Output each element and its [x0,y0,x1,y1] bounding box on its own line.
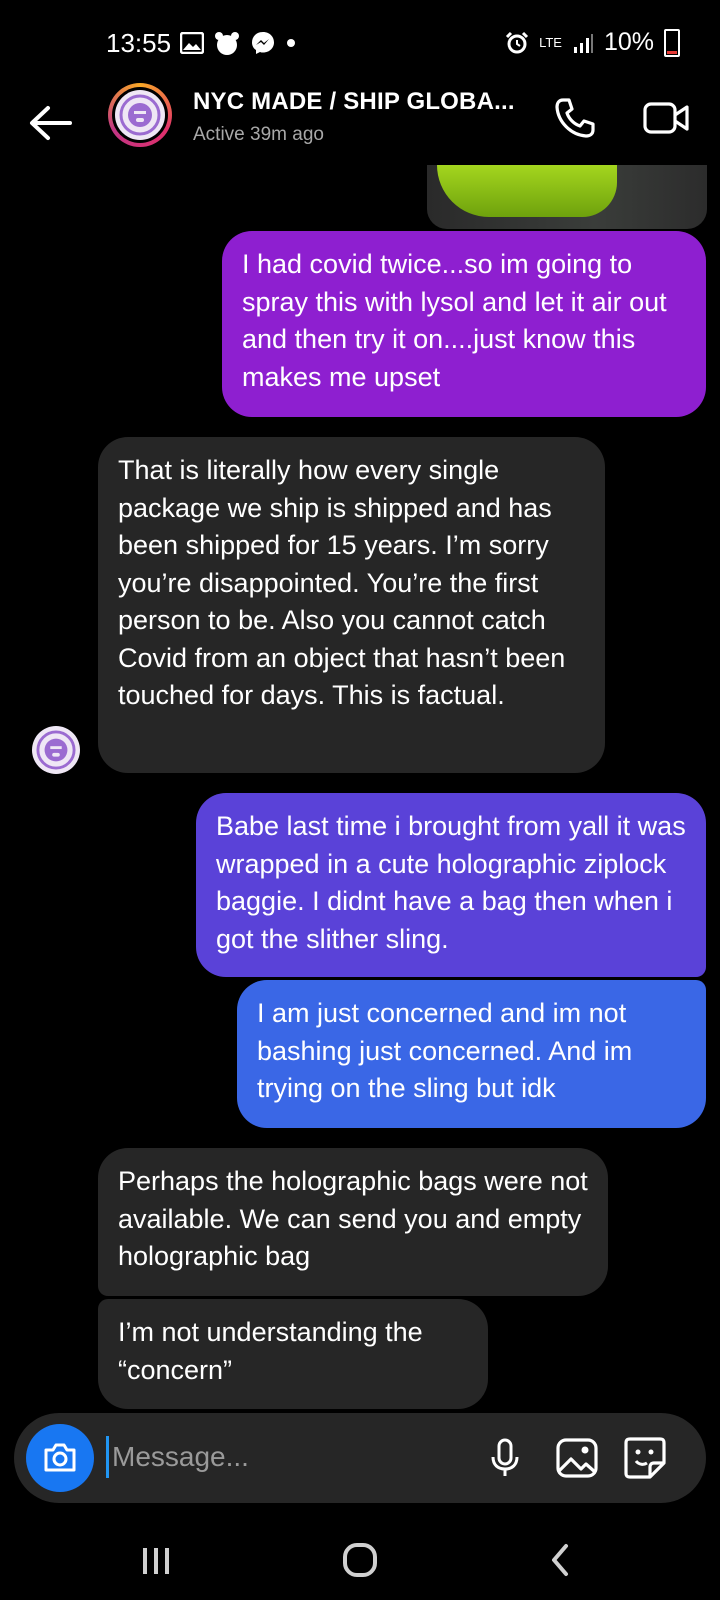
photo-message[interactable] [427,165,707,229]
sender-avatar[interactable] [32,726,80,774]
system-navigation-bar [0,1520,720,1600]
gorilla-logo-icon [119,94,161,136]
gallery-icon [180,32,204,54]
text-cursor [106,1436,109,1478]
message-bubble-incoming[interactable]: I’m not understanding the “concern” [98,1299,488,1409]
camera-icon [44,1443,76,1472]
status-time: 13:55 [106,28,172,58]
message-bubble-outgoing[interactable]: Babe last time i brought from yall it wa… [196,793,706,977]
message-composer [14,1413,706,1503]
microphone-icon[interactable] [482,1435,528,1481]
status-bar: 13:55 LTE 10% [0,0,720,90]
message-bubble-incoming[interactable]: Perhaps the holographic bags were not av… [98,1148,608,1296]
battery-icon [664,28,680,57]
video-call-icon[interactable] [642,96,690,140]
contact-name[interactable]: NYC MADE / SHIP GLOBA... [193,88,515,116]
gallery-icon[interactable] [554,1435,600,1481]
message-bubble-incoming[interactable]: That is literally how every single packa… [98,437,605,773]
gorilla-logo-icon [36,730,76,770]
active-status: Active 39m ago [193,124,324,145]
dot-icon [287,39,295,47]
system-icons: LTE 10% [505,28,680,57]
home-icon[interactable] [330,1540,390,1580]
message-bubble-outgoing[interactable]: I had covid twice...so im going to spray… [222,231,706,417]
message-input[interactable] [112,1435,492,1479]
network-type: LTE [539,35,562,50]
sticker-icon[interactable] [622,1435,668,1481]
signal-icon [573,33,593,53]
alarm-icon [506,31,529,53]
back-nav-icon[interactable] [530,1540,590,1580]
messenger-icon [252,32,274,54]
bear-app-icon [215,32,239,55]
phone-call-icon[interactable] [553,96,597,140]
camera-button[interactable] [26,1424,94,1492]
notification-icons [180,30,296,56]
recent-apps-icon[interactable] [126,1540,186,1580]
message-bubble-outgoing[interactable]: I am just concerned and im not bashing j… [237,980,706,1128]
contact-avatar[interactable] [108,83,172,147]
battery-percent: 10% [603,28,654,56]
back-arrow-icon[interactable] [26,102,76,144]
